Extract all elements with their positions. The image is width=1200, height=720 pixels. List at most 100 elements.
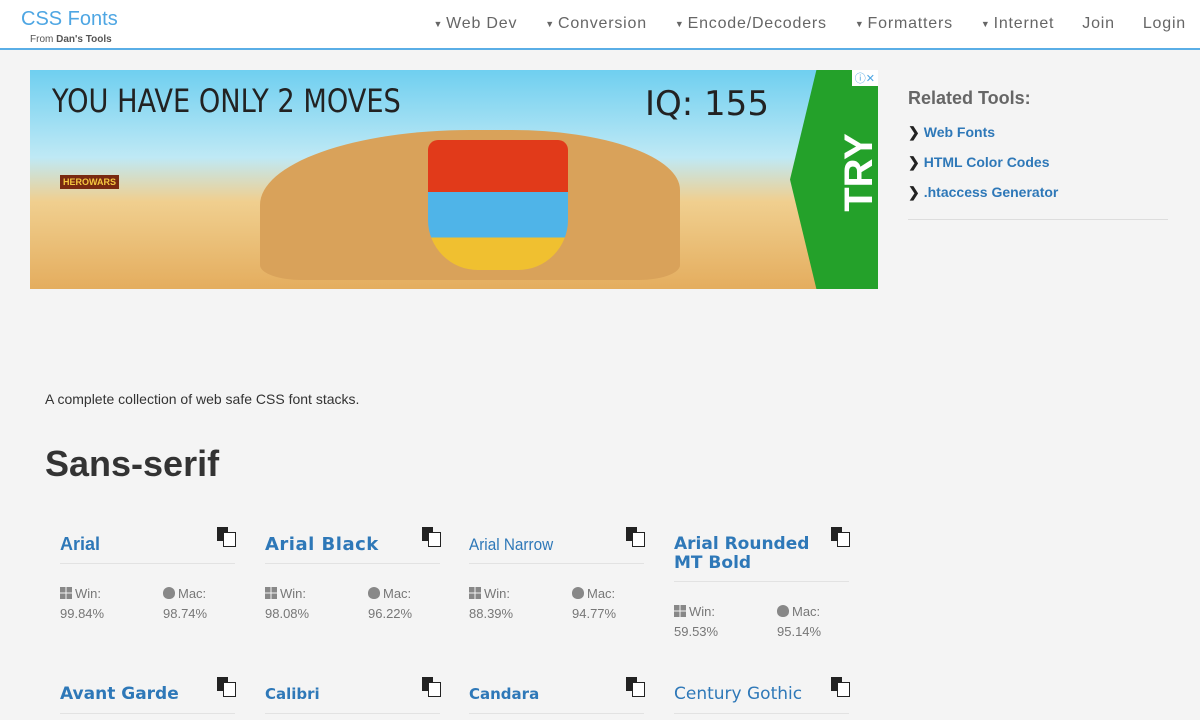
copy-icon[interactable]: [831, 527, 850, 547]
link-label: Web Fonts: [923, 124, 996, 140]
divider: [265, 563, 440, 564]
chevron-right-icon: ❯: [908, 184, 920, 200]
windows-icon: [674, 605, 686, 617]
subtitle-brand: Dan's Tools: [56, 34, 112, 45]
copy-icon[interactable]: [217, 677, 236, 697]
win-label: Win:: [484, 586, 510, 601]
related-tools-title: Related Tools:: [908, 88, 1031, 108]
intro-text: A complete collection of web safe CSS fo…: [45, 391, 360, 407]
mac-label: Mac:: [383, 586, 412, 601]
font-card: Arial Black Win: 98.08% Mac: 96.22%: [265, 527, 441, 624]
brand-title[interactable]: CSS Fonts: [21, 8, 118, 31]
divider: [60, 713, 235, 714]
ad-cta-label: TRY: [836, 133, 878, 212]
copy-icon[interactable]: [217, 527, 236, 547]
divider: [60, 563, 235, 564]
menu-label: Internet: [993, 15, 1055, 32]
copy-icon[interactable]: [831, 677, 850, 697]
menu-label: Encode/Decoders: [687, 15, 827, 32]
font-card: Arial Win: 99.84% Mac: 98.74%: [60, 527, 236, 624]
font-card: Avant Garde: [60, 677, 236, 714]
menu-conversion[interactable]: ▼ Conversion: [545, 15, 647, 33]
apple-icon: [572, 587, 584, 599]
windows-icon: [265, 587, 277, 599]
apple-icon: [777, 605, 789, 617]
windows-icon: [469, 587, 481, 599]
menu-web-dev[interactable]: ▼ Web Dev: [433, 15, 517, 33]
section-title: Sans-serif: [45, 443, 220, 484]
caret-down-icon: ▼: [854, 18, 865, 29]
font-name-link[interactable]: Arial Black: [265, 535, 440, 555]
divider: [908, 219, 1168, 220]
mac-label: Mac:: [178, 586, 207, 601]
win-percent: 98.08%: [265, 606, 310, 621]
menu-label: Conversion: [557, 15, 647, 32]
font-name-link[interactable]: Century Gothic: [674, 685, 849, 705]
windows-icon: [60, 587, 72, 599]
font-name-link[interactable]: Candara: [469, 685, 644, 705]
copy-icon[interactable]: [422, 527, 441, 547]
chevron-right-icon: ❯: [908, 154, 920, 170]
font-name-link[interactable]: Calibri: [265, 685, 440, 705]
mac-label: Mac:: [587, 586, 616, 601]
menu-login[interactable]: Login: [1143, 15, 1186, 33]
divider: [469, 713, 644, 714]
related-tools: Related Tools: ❯ Web Fonts ❯ HTML Color Co…: [908, 88, 1168, 220]
font-name-link[interactable]: Arial Rounded MT Bold: [674, 535, 849, 573]
apple-icon: [163, 587, 175, 599]
mac-percent: 94.77%: [572, 606, 617, 621]
brand-logo[interactable]: CSS Fonts From Dan's Tools: [21, 8, 118, 45]
font-card: Arial Narrow Win: 88.39% Mac: 94.77%: [469, 527, 645, 624]
advertisement-banner[interactable]: YOU HAVE ONLY 2 MOVES IQ: 155 HEROWARS T…: [30, 70, 878, 289]
caret-down-icon: ▼: [674, 18, 685, 29]
font-card: Century Gothic: [674, 677, 850, 714]
font-support-stats: Win: 98.08% Mac: 96.22%: [265, 584, 440, 624]
related-link-html-color-codes[interactable]: ❯ HTML Color Codes: [908, 147, 1168, 177]
mac-percent: 98.74%: [163, 606, 208, 621]
subtitle-prefix: From: [30, 34, 54, 45]
menu-join[interactable]: Join: [1082, 15, 1115, 33]
win-label: Win:: [280, 586, 306, 601]
menu-label: Web Dev: [446, 15, 518, 32]
font-card: Calibri: [265, 677, 441, 714]
font-support-stats: Win: 99.84% Mac: 98.74%: [60, 584, 235, 624]
ad-puzzle-image: [428, 140, 568, 270]
brand-subtitle: From Dan's Tools: [30, 34, 112, 45]
menu-encode-decoders[interactable]: ▼ Encode/Decoders: [675, 15, 827, 33]
win-label: Win:: [75, 586, 101, 601]
top-nav: CSS Fonts From Dan's Tools ▼ Web Dev ▼ Con…: [0, 0, 1200, 50]
related-link-htaccess-generator[interactable]: ❯ .htaccess Generator: [908, 177, 1168, 207]
caret-down-icon: ▼: [980, 18, 991, 29]
link-label: HTML Color Codes: [923, 154, 1050, 170]
ad-headline: YOU HAVE ONLY 2 MOVES: [52, 82, 401, 120]
font-card: Candara: [469, 677, 645, 714]
mac-percent: 96.22%: [368, 606, 413, 621]
menu-formatters[interactable]: ▼ Formatters: [855, 15, 953, 33]
apple-icon: [368, 587, 380, 599]
copy-icon[interactable]: [626, 527, 645, 547]
font-name-link[interactable]: Arial: [60, 535, 235, 555]
divider: [674, 581, 849, 582]
font-name-link[interactable]: Arial Narrow: [469, 535, 627, 555]
menu-internet[interactable]: ▼ Internet: [981, 15, 1054, 33]
related-link-web-fonts[interactable]: ❯ Web Fonts: [908, 117, 1168, 147]
font-card: Arial Rounded MT Bold Win: 59.53% Mac: 95.…: [674, 527, 850, 642]
win-percent: 88.39%: [469, 606, 514, 621]
copy-icon[interactable]: [626, 677, 645, 697]
ad-iq: IQ: 155: [645, 84, 769, 124]
chevron-right-icon: ❯: [908, 124, 920, 140]
divider: [469, 563, 644, 564]
mac-label: Mac:: [792, 604, 821, 619]
font-name-link[interactable]: Avant Garde: [60, 685, 235, 705]
copy-icon[interactable]: [422, 677, 441, 697]
ad-try-button[interactable]: TRY: [790, 70, 878, 289]
win-label: Win:: [689, 604, 715, 619]
caret-down-icon: ▼: [433, 18, 444, 29]
ad-close-icon[interactable]: ⓘ✕: [851, 70, 878, 86]
divider: [674, 713, 849, 714]
font-support-stats: Win: 88.39% Mac: 94.77%: [469, 584, 644, 624]
font-support-stats: Win: 59.53% Mac: 95.14%: [674, 602, 849, 642]
win-percent: 59.53%: [674, 624, 719, 639]
menu-label: Formatters: [867, 15, 953, 32]
link-label: .htaccess Generator: [923, 184, 1059, 200]
